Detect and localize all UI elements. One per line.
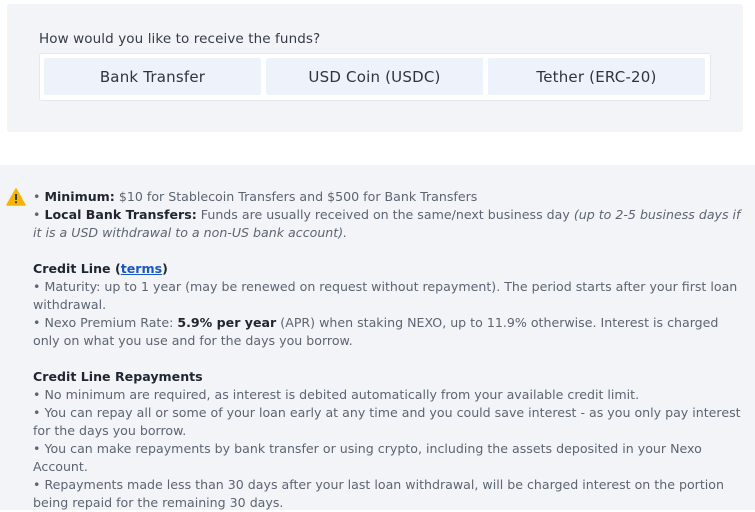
info-text: • Minimum: $10 for Stablecoin Transfers … — [33, 188, 743, 512]
rate-value: 5.9% per year — [177, 315, 277, 330]
receive-funds-question: How would you like to receive the funds? — [39, 31, 321, 47]
local-text: Funds are usually received on the same/n… — [200, 207, 570, 222]
warning-triangle-icon — [6, 188, 26, 206]
option-usdc[interactable]: USD Coin (USDC) — [266, 58, 483, 95]
receive-funds-panel: How would you like to receive the funds?… — [7, 4, 743, 132]
rate-prefix: Nexo Premium Rate: — [44, 315, 178, 330]
repay-item: • You can make repayments by bank transf… — [33, 441, 702, 474]
local-label: Local Bank Transfers: — [44, 207, 197, 222]
maturity-text: Maturity: up to 1 year (may be renewed o… — [33, 279, 738, 312]
terms-link[interactable]: terms — [121, 261, 162, 276]
maturity-line: • Maturity: up to 1 year (may be renewed… — [33, 279, 738, 312]
minimum-line: • Minimum: $10 for Stablecoin Transfers … — [33, 189, 478, 204]
rate-line: • Nexo Premium Rate: 5.9% per year (APR)… — [33, 315, 719, 348]
local-transfer-line: • Local Bank Transfers: Funds are usuall… — [33, 207, 741, 240]
minimum-label: Minimum: — [44, 189, 115, 204]
option-bank-transfer[interactable]: Bank Transfer — [44, 58, 261, 95]
repay-item: • No minimum are required, as interest i… — [33, 387, 640, 402]
credit-line-heading: Credit Line (terms) — [33, 261, 168, 276]
payout-method-selector: Bank Transfer USD Coin (USDC) Tether (ER… — [39, 53, 711, 101]
repay-item: • You can repay all or some of your loan… — [33, 405, 741, 438]
repay-item: • Repayments made less than 30 days afte… — [33, 477, 724, 510]
repayments-heading: Credit Line Repayments — [33, 369, 203, 384]
minimum-text: $10 for Stablecoin Transfers and $500 fo… — [118, 189, 478, 204]
option-tether-erc20[interactable]: Tether (ERC-20) — [488, 58, 705, 95]
